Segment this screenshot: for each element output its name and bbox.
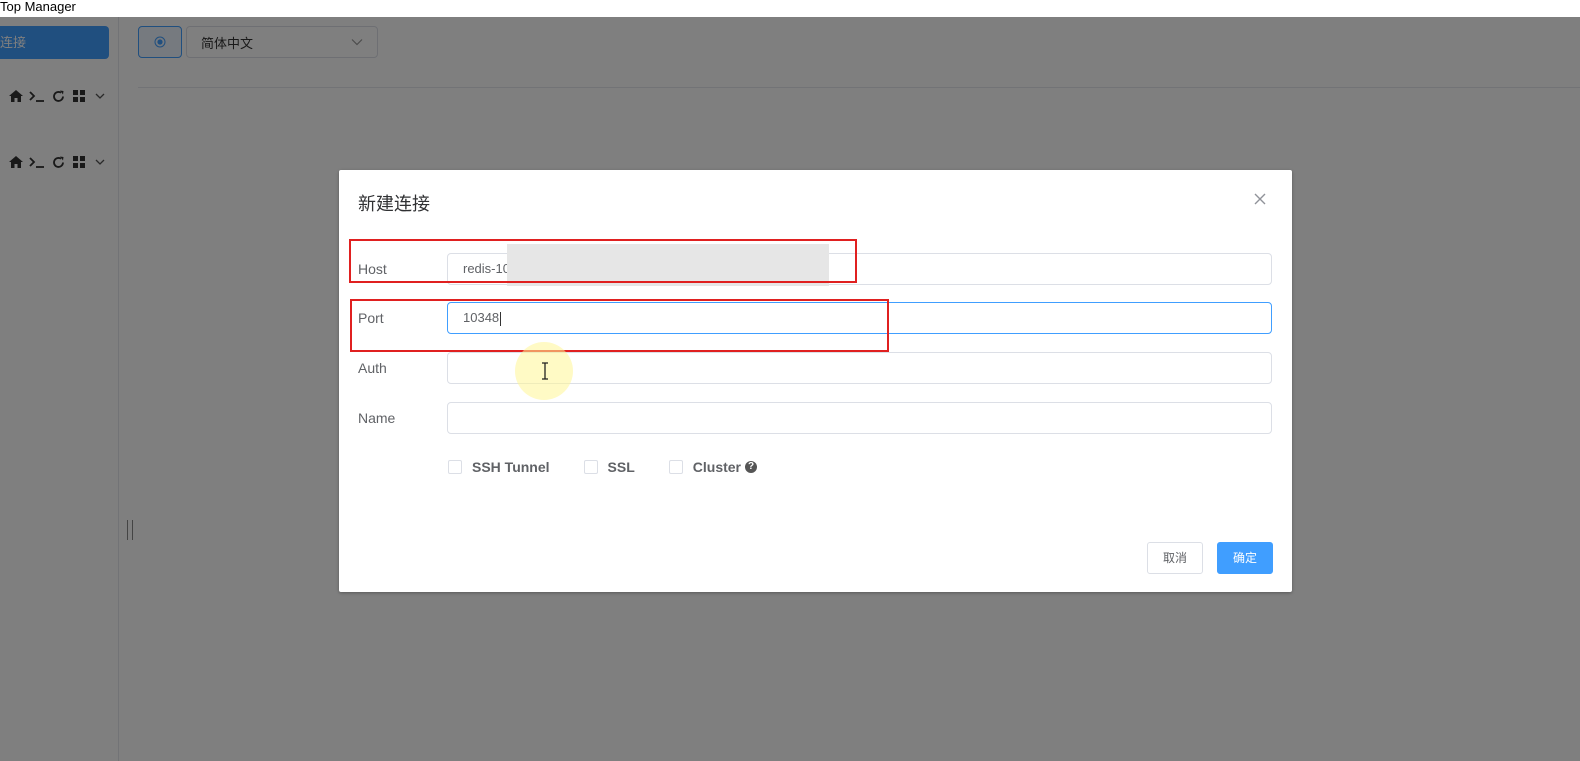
host-highlight-box [349,239,857,283]
name-input[interactable] [447,402,1272,434]
confirm-button[interactable]: 确定 [1217,542,1273,574]
auth-row: Auth [358,352,1272,384]
close-icon[interactable] [1253,192,1269,208]
cluster-checkbox[interactable]: Cluster ? [668,459,757,475]
cancel-button[interactable]: 取消 [1147,542,1203,574]
question-icon[interactable]: ? [745,461,757,473]
window-title: Top Manager [0,0,1580,17]
checkbox-box[interactable] [668,460,683,474]
ssh-tunnel-checkbox[interactable]: SSH Tunnel [448,459,550,475]
ssl-checkbox[interactable]: SSL [583,459,635,475]
auth-label: Auth [358,360,387,376]
text-cursor-icon [540,362,550,380]
connection-options: SSH Tunnel SSL Cluster ? [448,459,791,475]
ssl-label: SSL [607,459,635,475]
checkbox-box[interactable] [583,460,598,474]
cluster-label: Cluster [692,459,741,475]
ssh-tunnel-label: SSH Tunnel [472,459,550,475]
port-highlight-box [350,299,889,352]
dialog-title: 新建连接 [358,194,430,214]
checkbox-box[interactable] [448,460,462,474]
name-row: Name [358,402,1272,434]
name-label: Name [358,410,396,426]
